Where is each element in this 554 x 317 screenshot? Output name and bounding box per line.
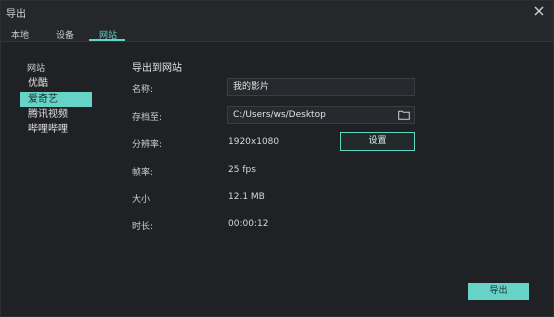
duration-value: 00:00:12 [228,219,269,229]
sidebar-item-tencent-video[interactable]: 腾讯视频 [20,107,92,122]
sidebar-item-youku[interactable]: 优酷 [20,76,92,91]
sidebar-item-iqiyi[interactable]: 爱奇艺 [20,92,92,107]
frame-rate-label: 帧率: [132,168,154,178]
export-dialog: 导出 本地 设备 网站 网站 优酷 爱奇艺 腾讯视频 哔哩哔哩 导出到网站 名称… [0,0,554,317]
save-to-label: 存档至: [132,113,163,123]
size-value: 12.1 MB [228,192,265,202]
sidebar-heading: 网站 [27,64,46,74]
resolution-value: 1920x1080 [228,137,280,147]
close-icon[interactable] [533,5,545,17]
resolution-label: 分辨率: [132,140,163,150]
save-path-value: C:/Users/ws/Desktop [233,110,326,120]
name-label: 名称: [132,85,154,95]
duration-label: 时长: [132,222,154,232]
tab-local[interactable]: 本地 [11,28,29,41]
folder-icon[interactable] [398,110,410,120]
title-bar: 导出 [1,1,553,23]
size-label: 大小 [132,195,151,205]
export-button[interactable]: 导出 [468,283,529,300]
save-path-field[interactable]: C:/Users/ws/Desktop [227,106,415,124]
tab-device[interactable]: 设备 [56,28,74,41]
name-field[interactable]: 我的影片 [227,78,415,96]
section-title: 导出到网站 [132,63,182,74]
active-tab-indicator [89,39,125,41]
tab-bar: 本地 设备 网站 [1,23,553,42]
sidebar-item-bilibili[interactable]: 哔哩哔哩 [20,122,92,137]
window-title: 导出 [6,9,26,20]
frame-rate-value: 25 fps [228,165,256,175]
settings-button[interactable]: 设置 [340,132,415,151]
